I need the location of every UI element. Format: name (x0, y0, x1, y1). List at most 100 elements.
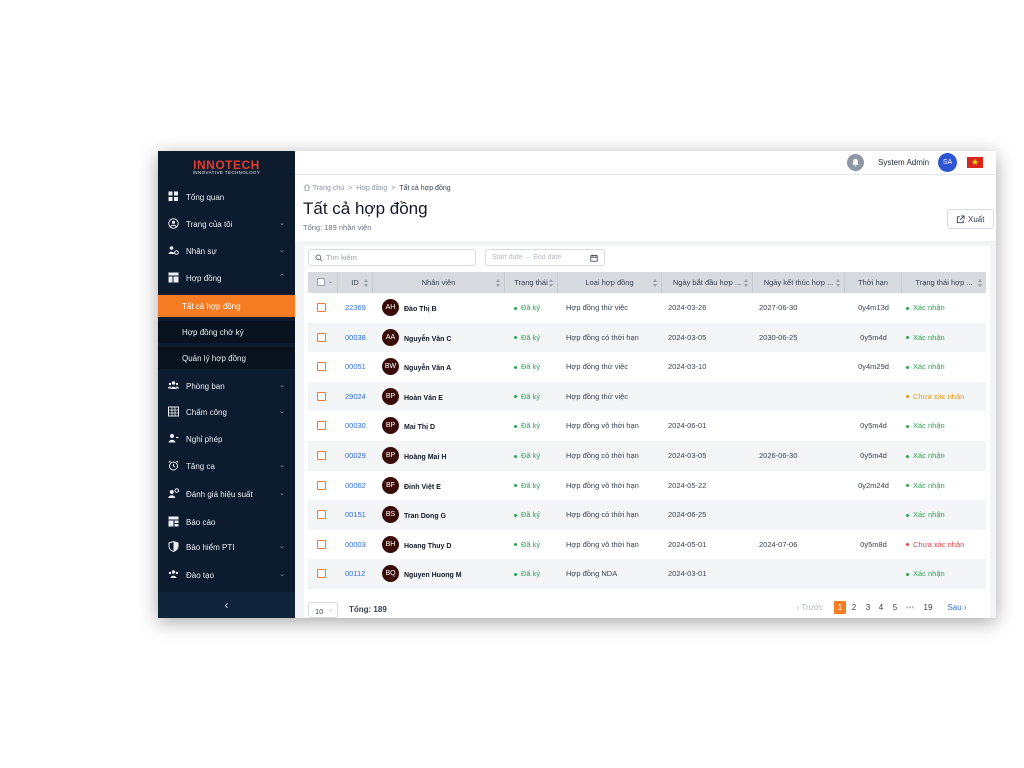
contract-id-link[interactable]: 00038 (345, 323, 375, 353)
language-flag-vietnam-icon[interactable]: ★ (967, 157, 983, 168)
column-header-7[interactable]: Thời hạn (845, 272, 902, 293)
table-row[interactable]: 00151 BS Tran Dong G Đã ký Hợp đồng có thời … (308, 500, 986, 530)
chevron-up-icon: ⌃ (279, 274, 285, 281)
row-checkbox[interactable] (317, 421, 326, 431)
status-dot-icon (514, 424, 517, 428)
table-row[interactable]: 00038 AA Nguyễn Văn C Đã ký Hợp đồng có thời… (308, 322, 986, 353)
sidebar-item-9[interactable]: Báo cáo (158, 510, 295, 534)
date-range-picker[interactable]: Start date → End date (485, 249, 605, 266)
sidebar-item-label: Đào tạo (186, 571, 215, 580)
page-size-select[interactable]: 10 ⌄ (308, 602, 338, 618)
breadcrumb: Trang chủ > Hợp đồng > Tất cả hợp đồng (303, 184, 451, 192)
column-header-3[interactable]: Trạng thái (505, 272, 558, 293)
row-checkbox[interactable] (317, 510, 326, 520)
user-leave-icon (168, 433, 179, 444)
row-checkbox[interactable] (317, 569, 326, 579)
sidebar-item-7[interactable]: Tăng ca ⌄ (158, 454, 295, 478)
column-header-4[interactable]: Loại hợp đồng (558, 272, 662, 293)
page-button[interactable]: 19 (920, 601, 936, 614)
table-row[interactable]: 00030 BP Mai Thị D Đã ký Hợp đồng vô thời hạ… (308, 411, 986, 441)
notification-button[interactable] (847, 154, 864, 171)
search-input[interactable] (326, 252, 471, 263)
page-header: Trang chủ > Hợp đồng > Tất cả hợp đồng Tất c… (295, 175, 996, 241)
table-row[interactable]: 22369 AH Đào Thị B Đã ký Hợp đồng thử việc 20… (308, 293, 986, 323)
page-button[interactable]: 2 (848, 601, 860, 614)
column-header-8[interactable]: Trạng thái hợp ... (902, 272, 986, 293)
contract-id-link[interactable]: 00029 (345, 441, 375, 471)
row-checkbox[interactable] (317, 362, 326, 372)
column-header-1[interactable]: ID (338, 272, 373, 293)
search-box[interactable] (308, 249, 476, 266)
user-avatar[interactable]: SA (938, 153, 957, 172)
next-page-button[interactable]: Sau › (943, 601, 971, 614)
row-checkbox[interactable] (317, 303, 326, 312)
row-checkbox[interactable] (317, 451, 326, 460)
contract-id-link[interactable]: 00003 (345, 530, 375, 560)
page-button[interactable]: 3 (862, 601, 874, 614)
home-icon (303, 184, 311, 191)
export-button[interactable]: Xuất (947, 209, 994, 229)
sort-icon[interactable] (364, 279, 369, 287)
table-row[interactable]: 00112 BQ Nguyen Huong M Đã ký Hợp đồng NDA 20… (308, 559, 986, 589)
table-row[interactable]: 00062 BF Đinh Việt E Đã ký Hợp đồng vô thời … (308, 471, 986, 501)
contract-id-link[interactable]: 00030 (345, 411, 375, 441)
table-row[interactable]: 00051 BW Nguyễn Văn A Đã ký Hợp đồng thử việ… (308, 352, 986, 382)
sidebar-item-3[interactable]: Hợp đồng ⌃ (158, 266, 295, 290)
contract-duration: 0y5m8d (860, 539, 887, 549)
sort-icon[interactable] (978, 279, 983, 287)
status-dot-icon (514, 336, 517, 340)
contract-id-link[interactable]: 00112 (345, 559, 375, 589)
sort-icon[interactable] (496, 279, 501, 287)
sidebar-item-0[interactable]: Tổng quan (158, 185, 295, 209)
sidebar-subitem-0[interactable]: Tất cả hợp đồng (158, 295, 295, 317)
column-header-6[interactable]: Ngày kết thúc hợp ... (753, 272, 845, 293)
sidebar-subitem-2[interactable]: Quản lý hợp đồng (158, 347, 295, 369)
prev-page-button[interactable]: ‹ Trước (790, 601, 830, 614)
page-button[interactable]: 4 (875, 601, 887, 614)
sidebar-subitem-1[interactable]: Hợp đồng chờ ký (158, 321, 295, 343)
sidebar-item-2[interactable]: Nhân sự ⌄ (158, 239, 295, 263)
column-header-0[interactable]: ⌄ (308, 272, 338, 293)
page-button[interactable]: 1 (834, 601, 846, 614)
contract-type: Hợp đồng NDA (566, 569, 618, 579)
shield-icon (168, 540, 179, 553)
column-header-2[interactable]: Nhân viên (373, 272, 505, 293)
sidebar-item-11[interactable]: Đào tạo ⌄ (158, 563, 295, 587)
contract-id-link[interactable]: 00151 (345, 500, 375, 530)
row-checkbox[interactable] (317, 391, 326, 401)
table-row[interactable]: 00003 BH Hoang Thuy D Đã ký Hợp đồng vô thời… (308, 530, 986, 560)
sort-icon[interactable] (744, 279, 749, 287)
row-checkbox[interactable] (317, 539, 326, 549)
contract-end-date (759, 471, 843, 501)
user-name[interactable]: System Admin (878, 158, 929, 167)
contract-id-link[interactable]: 00051 (345, 352, 375, 382)
employee-name: Mai Thị D (404, 424, 436, 432)
table-row[interactable]: 29024 BP Hoàn Văn E Đã ký Hợp đồng thử việc C… (308, 381, 986, 412)
contract-id-link[interactable]: 00062 (345, 471, 375, 501)
sidebar-item-1[interactable]: Trang của tôi ⌄ (158, 212, 295, 236)
page-button[interactable]: 5 (889, 601, 901, 614)
sidebar-item-6[interactable]: Nghỉ phép (158, 427, 295, 451)
row-checkbox[interactable] (317, 332, 326, 342)
sidebar-item-label: Tổng quan (186, 193, 225, 202)
contract-id-link[interactable]: 29024 (345, 382, 375, 412)
sort-icon[interactable] (549, 279, 554, 287)
select-all-checkbox[interactable] (317, 278, 325, 286)
breadcrumb-home[interactable]: Trang chủ (313, 185, 344, 192)
sidebar-item-10[interactable]: Bảo hiểm PTI ⌄ (158, 535, 295, 559)
contract-duration: 0y4m13d (858, 303, 889, 312)
column-label: Thời hạn (858, 278, 888, 287)
sort-icon[interactable] (653, 279, 658, 287)
user-circle-icon (168, 218, 179, 229)
table-row[interactable]: 00029 BP Hoàng Mai H Đã ký Hợp đồng có thời … (308, 441, 986, 471)
breadcrumb-contracts[interactable]: Hợp đồng (356, 185, 387, 192)
row-checkbox[interactable] (317, 480, 326, 490)
sidebar-item-8[interactable]: Đánh giá hiệu suất ⌄ (158, 482, 295, 506)
column-header-5[interactable]: Ngày bắt đầu hợp ... (662, 272, 753, 293)
sort-icon[interactable] (836, 279, 841, 287)
sidebar-item-5[interactable]: Chấm công ⌄ (158, 400, 295, 424)
search-icon (315, 254, 323, 262)
contract-id-link[interactable]: 22369 (345, 293, 375, 323)
sidebar-collapse-button[interactable]: ‹ (158, 592, 295, 618)
sidebar-item-4[interactable]: Phòng ban ⌄ (158, 374, 295, 398)
